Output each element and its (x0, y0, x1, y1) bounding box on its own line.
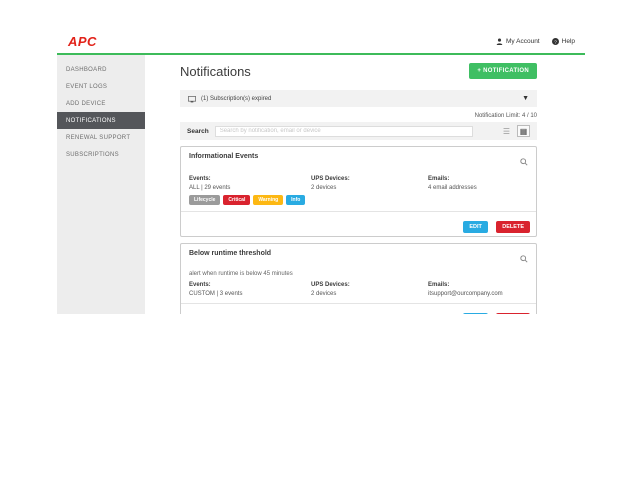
help-icon: ? (552, 38, 559, 45)
edit-button[interactable]: EDIT (463, 313, 488, 314)
devices-label: UPS Devices: (311, 282, 428, 288)
svg-text:?: ? (554, 39, 557, 45)
notification-card-below-runtime-threshold: Below runtime threshold alert when runti… (180, 243, 537, 314)
emails-label: Emails: (428, 282, 528, 288)
page-title: Notifications (180, 64, 251, 79)
app-window: APC My Account ? Help DASHBOARD EVENT LO… (57, 30, 585, 314)
devices-value: 2 devices (311, 291, 428, 297)
notification-card-informational-events: Informational Events Events: ALL | 29 ev… (180, 146, 537, 237)
badge-warning: Warning (253, 195, 283, 205)
edit-button[interactable]: EDIT (463, 221, 488, 233)
magnifier-icon[interactable] (520, 153, 528, 171)
sidebar-item-subscriptions[interactable]: SUBSCRIPTIONS (57, 146, 145, 163)
chevron-down-icon[interactable]: ▼ (522, 95, 529, 102)
magnifier-icon[interactable] (520, 250, 528, 268)
device-monitor-icon (188, 90, 196, 108)
apc-logo: APC (68, 34, 97, 49)
badge-lifecycle: Lifecycle (189, 195, 220, 205)
user-icon (496, 38, 503, 45)
main-content: Notifications + NOTIFICATION (1) Subscri… (145, 55, 585, 314)
events-label: Events: (189, 282, 311, 288)
sidebar-item-dashboard[interactable]: DASHBOARD (57, 61, 145, 78)
search-bar: Search ☰ ▦ (180, 122, 537, 140)
add-notification-button[interactable]: + NOTIFICATION (469, 63, 537, 79)
notification-limit: Notification Limit: 4 / 10 (180, 113, 537, 119)
emails-value: 4 email addresses (428, 185, 528, 191)
subscription-expired-banner[interactable]: (1) Subscription(s) expired ▼ (180, 90, 537, 107)
events-label: Events: (189, 176, 311, 182)
card-subtitle: alert when runtime is below 45 minutes (181, 268, 536, 277)
devices-value: 2 devices (311, 185, 428, 191)
search-label: Search (187, 128, 209, 135)
delete-button[interactable]: DELETE (496, 221, 530, 233)
events-value: ALL | 29 events (189, 185, 311, 191)
help-link[interactable]: ? Help (552, 38, 575, 45)
card-title: Below runtime threshold (189, 250, 271, 257)
card-title: Informational Events (189, 153, 258, 160)
devices-label: UPS Devices: (311, 176, 428, 182)
search-input[interactable] (215, 126, 473, 137)
delete-button[interactable]: DELETE (496, 313, 530, 314)
badge-info: Info (286, 195, 305, 205)
my-account-label: My Account (506, 38, 540, 45)
banner-text: (1) Subscription(s) expired (201, 96, 271, 102)
sidebar: DASHBOARD EVENT LOGS ADD DEVICE NOTIFICA… (57, 55, 145, 314)
sidebar-item-notifications[interactable]: NOTIFICATIONS (57, 112, 145, 129)
sidebar-item-add-device[interactable]: ADD DEVICE (57, 95, 145, 112)
list-view-icon[interactable]: ☰ (500, 125, 513, 137)
sidebar-item-event-logs[interactable]: EVENT LOGS (57, 78, 145, 95)
emails-value: itsupport@ourcompany.com (428, 291, 528, 297)
events-value: CUSTOM | 3 events (189, 291, 311, 297)
top-bar: APC My Account ? Help (57, 30, 585, 53)
help-label: Help (562, 38, 575, 45)
badge-critical: Critical (223, 195, 250, 205)
emails-label: Emails: (428, 176, 528, 182)
my-account-link[interactable]: My Account (496, 38, 540, 45)
grid-view-icon[interactable]: ▦ (517, 125, 530, 137)
sidebar-item-renewal-support[interactable]: RENEWAL SUPPORT (57, 129, 145, 146)
